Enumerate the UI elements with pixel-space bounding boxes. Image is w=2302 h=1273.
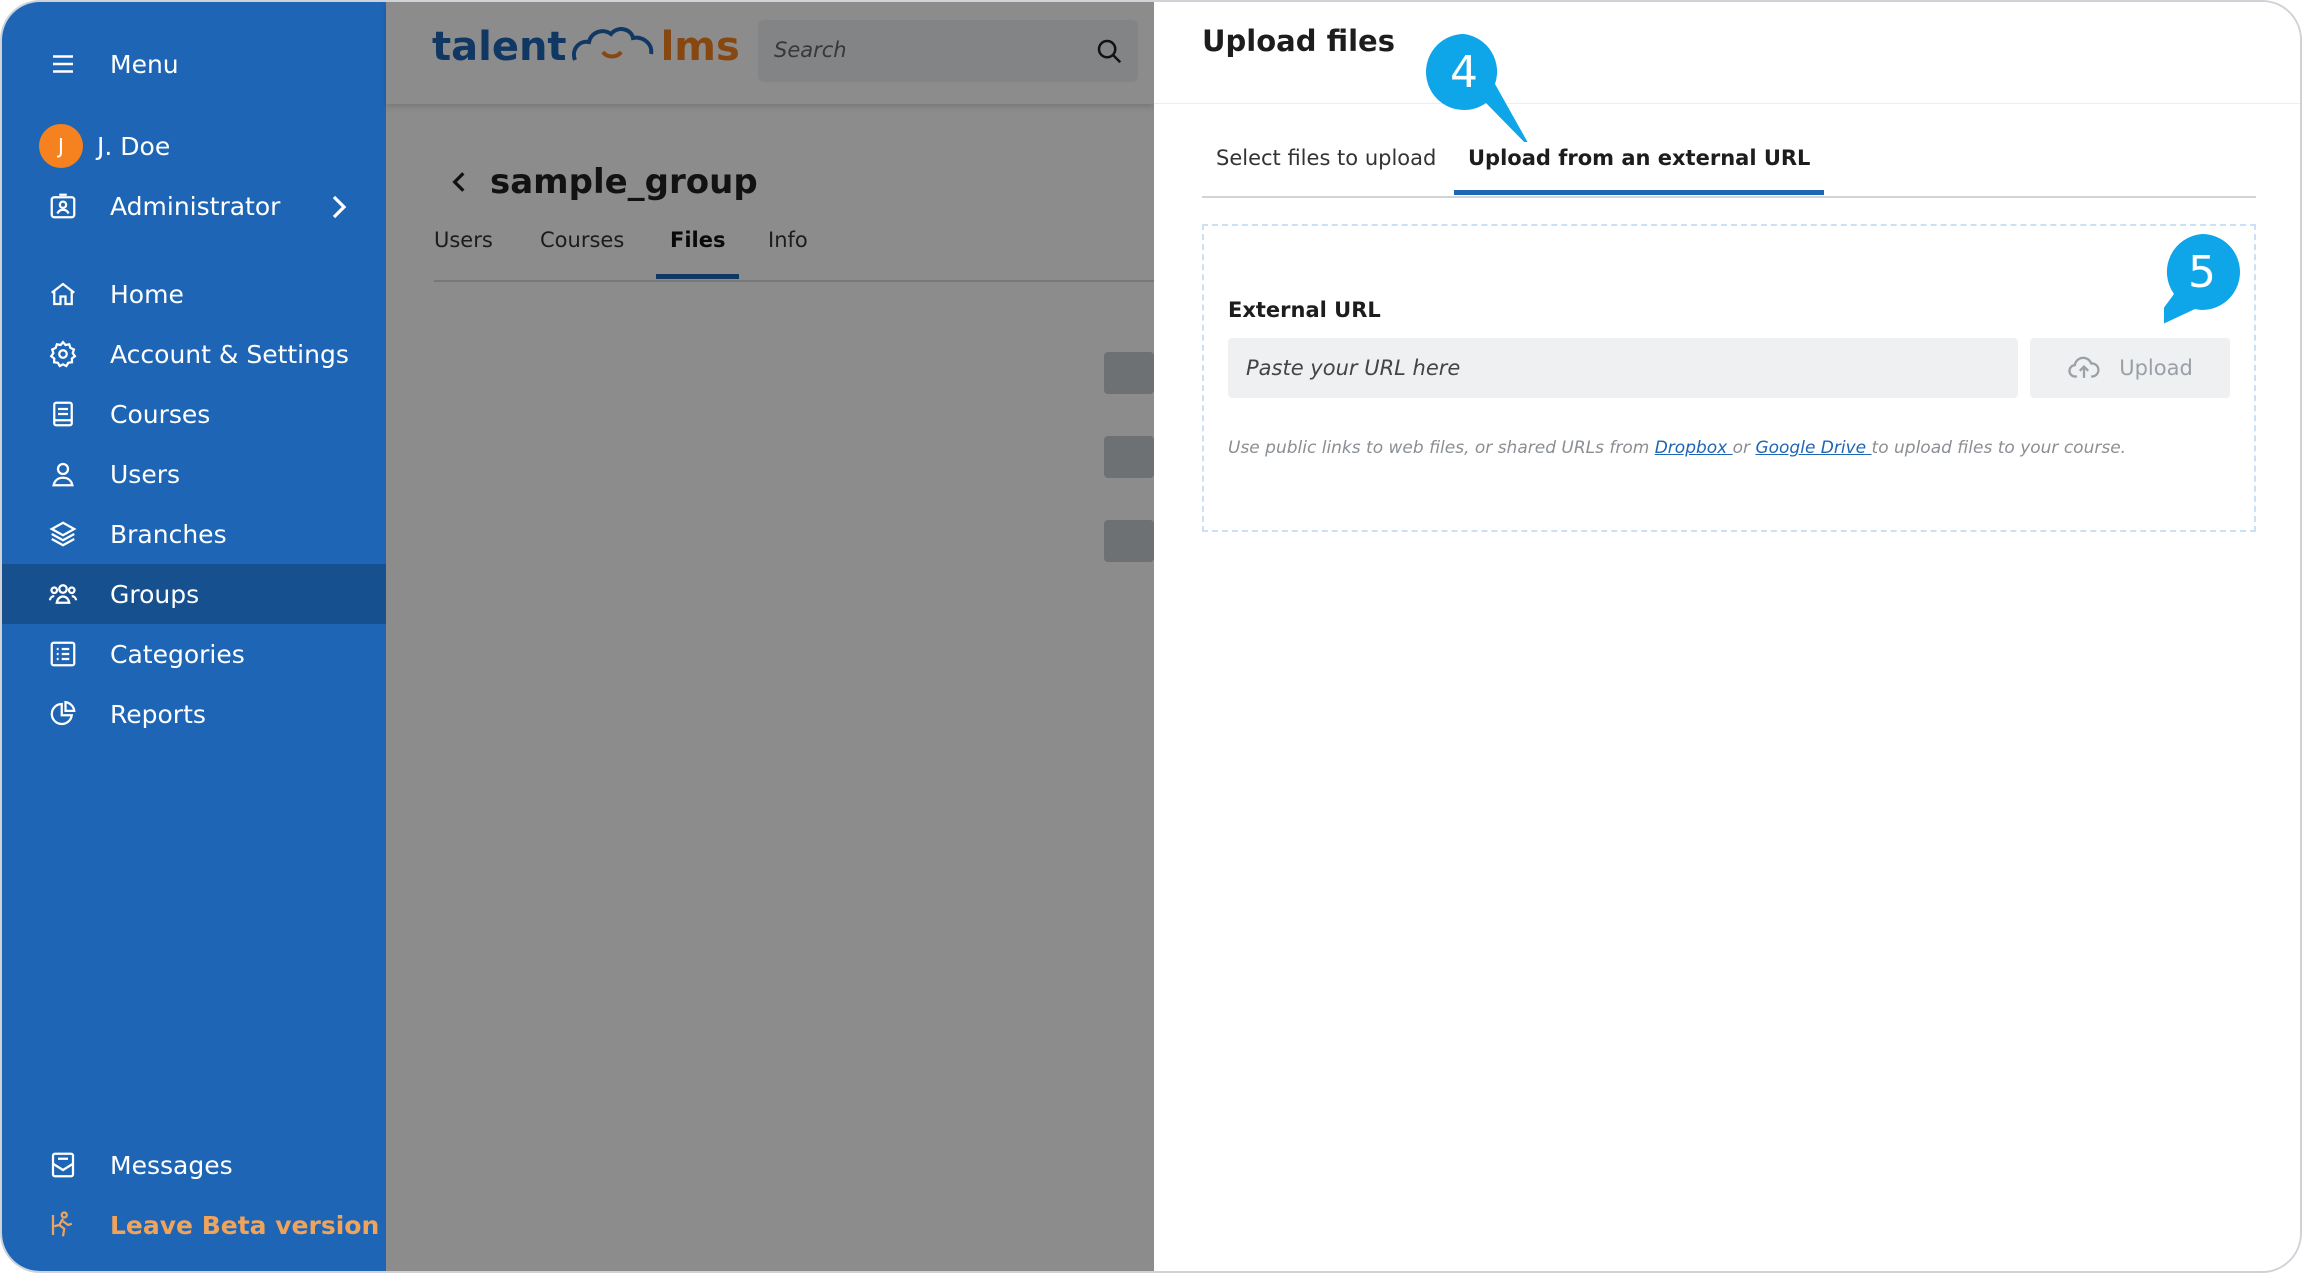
upload-hint: Use public links to web files, or shared… (1228, 438, 2126, 458)
sidebar-item-label: Categories (110, 639, 245, 669)
app-window: Menu J J. Doe Administrator Home Account… (0, 0, 2302, 1273)
sidebar-item-account-settings[interactable]: Account & Settings (2, 324, 386, 384)
user-icon (46, 457, 80, 491)
modal-backdrop[interactable] (386, 2, 1154, 1271)
chevron-right-icon[interactable] (324, 192, 354, 222)
group-page-background: talent lms Search sample_group Users Cou… (386, 2, 1154, 1271)
upload-button[interactable]: Upload (2030, 338, 2230, 398)
role-label: Administrator (110, 191, 281, 221)
book-icon (46, 397, 80, 431)
external-url-input[interactable] (1228, 338, 2018, 398)
list-icon (46, 637, 80, 671)
hint-text: Use public links to web files, or shared… (1228, 438, 1655, 458)
group-icon (46, 577, 80, 611)
gear-icon (46, 337, 80, 371)
home-icon (46, 277, 80, 311)
external-url-label: External URL (1228, 298, 1381, 322)
external-url-section: External URL Upload Use public links to … (1202, 224, 2256, 532)
callout-number: 4 (1450, 46, 1478, 98)
envelope-icon (46, 1148, 80, 1182)
sidebar-item-label: Reports (110, 699, 206, 729)
upload-button-label: Upload (2119, 356, 2193, 380)
sidebar-item-label: Branches (110, 519, 227, 549)
sidebar-item-label: Groups (110, 579, 200, 609)
step-callout-5: 5 (2164, 234, 2272, 342)
sidebar-item-messages[interactable]: Messages (2, 1135, 386, 1195)
sidebar: Menu J J. Doe Administrator Home Account… (2, 2, 386, 1271)
step-callout-4: 4 (1426, 34, 1534, 142)
menu-toggle[interactable]: Menu (2, 34, 386, 94)
hint-text: or (1732, 438, 1756, 458)
leave-beta-label: Leave Beta version (110, 1210, 380, 1240)
upload-files-panel: Upload files Select files to upload Uplo… (1154, 2, 2300, 1271)
sidebar-item-groups[interactable]: Groups (2, 564, 386, 624)
sidebar-item-categories[interactable]: Categories (2, 624, 386, 684)
sidebar-item-reports[interactable]: Reports (2, 684, 386, 744)
dropbox-link[interactable]: Dropbox (1655, 438, 1733, 458)
sidebar-item-courses[interactable]: Courses (2, 384, 386, 444)
sidebar-item-label: Users (110, 459, 181, 489)
panel-header: Upload files (1154, 2, 2300, 104)
cloud-upload-icon (2068, 356, 2100, 378)
layers-icon (46, 517, 80, 551)
leave-beta-link[interactable]: Leave Beta version (2, 1195, 386, 1255)
user-profile[interactable]: J J. Doe (2, 116, 386, 176)
id-badge-icon (46, 189, 80, 223)
upload-tabs: Select files to upload Upload from an ex… (1202, 132, 2256, 198)
callout-number: 5 (2188, 246, 2216, 298)
tab-external-url[interactable]: Upload from an external URL (1453, 146, 1825, 195)
pie-chart-icon (46, 697, 80, 731)
user-name: J. Doe (97, 131, 171, 161)
menu-label: Menu (110, 49, 179, 79)
hint-text: to upload files to your course. (1871, 438, 2127, 458)
sidebar-item-branches[interactable]: Branches (2, 504, 386, 564)
avatar: J (39, 124, 83, 168)
sidebar-item-home[interactable]: Home (2, 264, 386, 324)
hamburger-icon (46, 47, 80, 81)
panel-title: Upload files (1202, 24, 1395, 58)
sidebar-item-label: Account & Settings (110, 339, 349, 369)
sidebar-item-users[interactable]: Users (2, 444, 386, 504)
sidebar-item-label: Courses (110, 399, 211, 429)
sidebar-item-label: Home (110, 279, 184, 309)
tab-select-files[interactable]: Select files to upload (1216, 146, 1436, 170)
exit-icon (46, 1208, 80, 1242)
messages-label: Messages (110, 1150, 233, 1180)
google-drive-link[interactable]: Google Drive (1755, 438, 1871, 458)
